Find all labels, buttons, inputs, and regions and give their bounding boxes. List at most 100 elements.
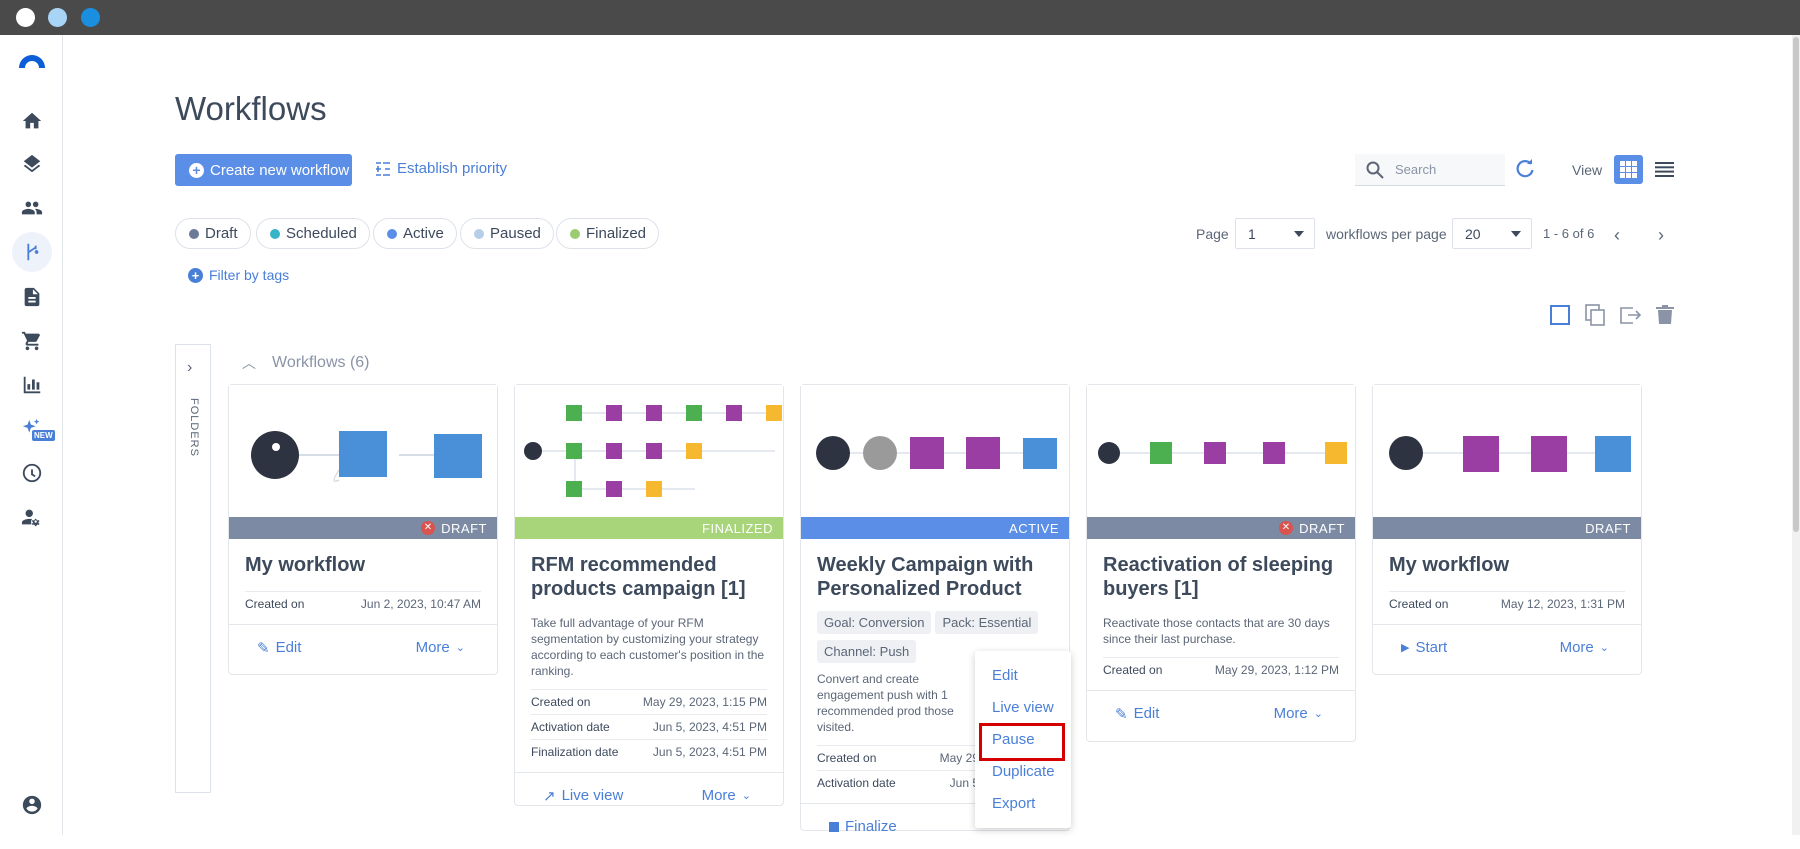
window-close-dot[interactable] xyxy=(16,8,35,27)
prev-page-icon[interactable]: ‹ xyxy=(1614,225,1620,246)
error-icon: ✕ xyxy=(1279,521,1294,535)
filter-chip-draft[interactable]: Draft xyxy=(175,218,251,249)
meta-row: Created on May 29, 2023, 1:15 PM xyxy=(531,689,767,714)
status-dot xyxy=(474,228,484,239)
workflow-card[interactable]: DRAFT My workflow Created on May 12, 2023… xyxy=(1372,384,1642,675)
filter-by-tags-link[interactable]: + Filter by tags xyxy=(188,267,289,283)
list-view-toggle[interactable] xyxy=(1650,155,1679,184)
grid-view-toggle[interactable] xyxy=(1614,155,1643,184)
chip-label: Draft xyxy=(205,225,238,242)
meta-row: Created on May 12, 2023, 1:31 PM xyxy=(1389,591,1625,616)
status-dot xyxy=(570,228,580,239)
page-select[interactable]: 1 xyxy=(1235,218,1315,249)
delete-icon[interactable] xyxy=(1653,303,1677,327)
meta-label: Created on xyxy=(817,751,877,765)
workflow-title[interactable]: My workflow xyxy=(1373,539,1641,577)
grid-icon xyxy=(1620,161,1637,178)
collapse-icon[interactable]: ︿ xyxy=(242,353,256,373)
filter-chip-paused[interactable]: Paused xyxy=(460,218,554,249)
logo-icon[interactable] xyxy=(17,52,47,68)
cart-icon[interactable] xyxy=(16,325,48,357)
folders-panel[interactable]: › FOLDERS xyxy=(175,344,211,793)
pencil-icon: ✎ xyxy=(257,639,270,657)
sparkle-new-icon[interactable]: NEW xyxy=(16,413,55,445)
workflow-thumbnail[interactable] xyxy=(1087,385,1355,517)
plus-icon: + xyxy=(189,162,204,178)
menu-item-edit[interactable]: Edit xyxy=(992,667,1018,684)
more-button[interactable]: More ⌄ xyxy=(1560,639,1609,656)
per-page-select[interactable]: 20 xyxy=(1452,218,1532,249)
window-minimize-dot[interactable] xyxy=(48,8,67,27)
page-scrollbar-thumb[interactable] xyxy=(1793,37,1799,532)
account-icon[interactable] xyxy=(16,789,48,821)
meta-value: May 12, 2023, 1:31 PM xyxy=(1500,597,1625,611)
list-icon xyxy=(1655,162,1674,177)
meta-label: Created on xyxy=(1103,663,1163,677)
live-view-label: Live view xyxy=(561,787,624,804)
workflow-title[interactable]: RFM recommended products campaign [1] xyxy=(515,539,783,601)
move-icon[interactable] xyxy=(1618,303,1642,327)
page-select-value: 1 xyxy=(1248,225,1256,242)
more-context-menu: Edit Live view Pause Duplicate Export xyxy=(975,651,1071,828)
expand-folders-icon[interactable]: › xyxy=(187,359,192,377)
layers-icon[interactable] xyxy=(16,148,48,180)
finalize-label: Finalize xyxy=(845,818,897,835)
gauge-icon[interactable] xyxy=(16,457,48,489)
workflow-card[interactable]: ✕ DRAFT Reactivation of sleeping buyers [… xyxy=(1086,384,1356,742)
workflow-title[interactable]: Weekly Campaign with Personalized Produc… xyxy=(801,539,1069,601)
select-all-checkbox[interactable] xyxy=(1548,303,1572,327)
establish-priority-link[interactable]: Establish priority xyxy=(375,160,507,177)
window-titlebar xyxy=(0,0,1800,35)
home-icon[interactable] xyxy=(16,105,48,137)
more-button[interactable]: More ⌄ xyxy=(702,787,751,804)
start-button[interactable]: ▶ Start xyxy=(1401,639,1447,656)
tag: Pack: Essential xyxy=(935,611,1039,634)
chart-icon[interactable] xyxy=(16,369,48,401)
workflow-thumbnail[interactable] xyxy=(515,385,783,517)
menu-item-duplicate[interactable]: Duplicate xyxy=(992,763,1055,780)
card-actions: ▶ Start More ⌄ xyxy=(1373,624,1641,670)
workflow-thumbnail[interactable] xyxy=(801,385,1069,517)
duplicate-icon[interactable] xyxy=(1583,303,1607,327)
error-icon: ✕ xyxy=(421,521,436,535)
meta-value: May 29, 2023, 1:15 PM xyxy=(642,695,767,709)
filter-chip-active[interactable]: Active xyxy=(373,218,457,249)
filter-chip-finalized[interactable]: Finalized xyxy=(556,218,660,249)
create-workflow-button[interactable]: + Create new workflow xyxy=(175,154,352,186)
more-button[interactable]: More ⌄ xyxy=(416,639,465,656)
sidebar: NEW xyxy=(0,35,63,835)
finalize-button[interactable]: Finalize xyxy=(829,818,897,835)
user-settings-icon[interactable] xyxy=(16,501,48,533)
per-page-label: workflows per page xyxy=(1326,226,1447,242)
filter-chip-scheduled[interactable]: Scheduled xyxy=(256,218,370,249)
meta-label: Created on xyxy=(245,597,305,611)
filter-by-tags-label: Filter by tags xyxy=(209,267,290,283)
menu-item-pause[interactable]: Pause xyxy=(992,731,1035,748)
edit-button[interactable]: ✎ Edit xyxy=(1115,705,1159,723)
contacts-icon[interactable] xyxy=(16,192,48,224)
start-label: Start xyxy=(1415,639,1448,656)
workflow-description: Take full advantage of your RFM segmenta… xyxy=(531,616,765,678)
next-page-icon[interactable]: › xyxy=(1658,225,1664,246)
refresh-icon[interactable] xyxy=(1514,158,1536,180)
workflows-icon[interactable] xyxy=(12,232,52,272)
workflows-group-header[interactable]: ︿ Workflows (6) xyxy=(242,353,370,373)
workflow-title[interactable]: My workflow xyxy=(229,539,497,577)
menu-item-live-view[interactable]: Live view xyxy=(992,699,1054,716)
workflow-card[interactable]: FINALIZED RFM recommended products campa… xyxy=(514,384,784,806)
menu-item-export[interactable]: Export xyxy=(992,795,1035,812)
workflow-title[interactable]: Reactivation of sleeping buyers [1] xyxy=(1087,539,1355,601)
workflow-thumbnail[interactable] xyxy=(229,385,497,517)
window-maximize-dot[interactable] xyxy=(81,8,100,27)
status-dot xyxy=(387,228,397,239)
workflow-card[interactable]: ✕ DRAFT My workflow Created on Jun 2, 2023… xyxy=(228,384,498,675)
search-input[interactable]: Search xyxy=(1355,154,1505,186)
status-badge: DRAFT xyxy=(1299,520,1345,536)
workflow-thumbnail[interactable] xyxy=(1373,385,1641,517)
document-icon[interactable] xyxy=(16,281,48,313)
edit-button[interactable]: ✎ Edit xyxy=(257,639,301,657)
live-view-button[interactable]: ↗ Live view xyxy=(543,787,623,805)
more-button[interactable]: More ⌄ xyxy=(1274,705,1323,722)
play-icon: ▶ xyxy=(1401,642,1410,654)
status-badge: FINALIZED xyxy=(702,520,773,536)
